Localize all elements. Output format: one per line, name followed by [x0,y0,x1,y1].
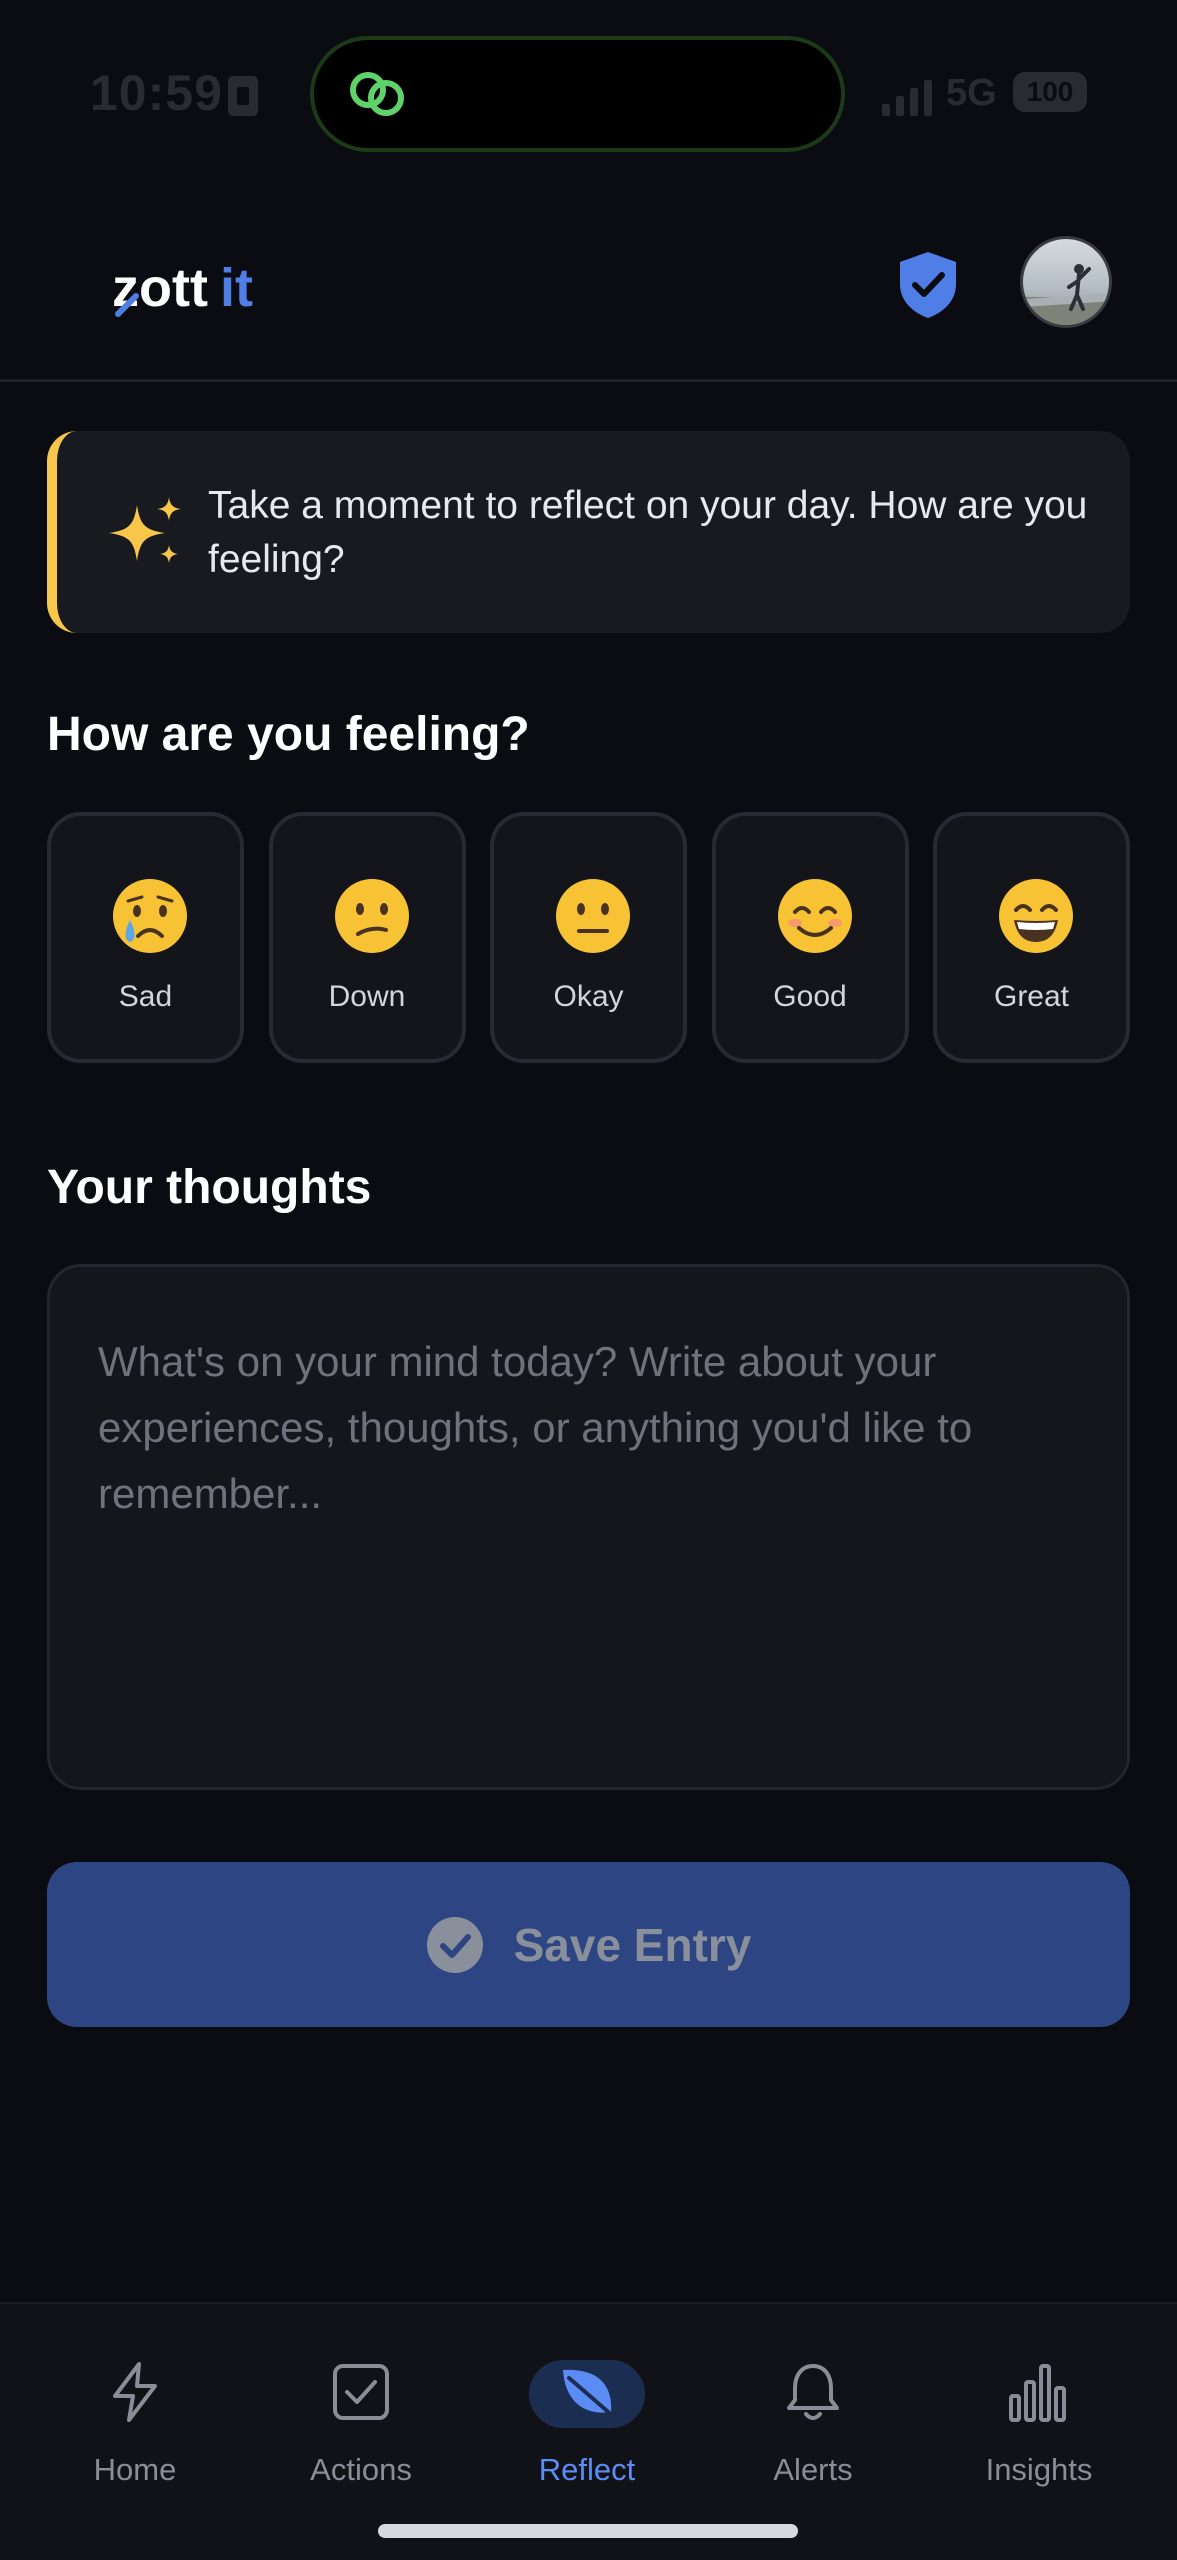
grinning-face-icon [999,879,1073,953]
smiling-face-icon [777,879,852,953]
feelings-title: How are you feeling? [47,708,530,761]
status-time: 10:59 [90,65,223,121]
crying-face-icon [113,879,187,953]
battery-indicator: 100 [1013,72,1087,112]
mood-option-good[interactable]: Good [711,812,909,1063]
thoughts-title: Your thoughts [47,1161,372,1214]
checkbox-icon [333,2364,389,2420]
nav-item-alerts[interactable]: Alerts [698,2304,928,2504]
nav-item-insights[interactable]: Insights [924,2304,1154,2504]
cellular-signal-icon [882,80,932,116]
neutral-face-icon [556,879,630,953]
confused-face-icon [334,879,409,953]
avatar-image [1023,264,1109,325]
mood-label: Good [773,980,847,1013]
nav-item-reflect[interactable]: Reflect [472,2304,702,2504]
mood-option-okay[interactable]: Okay [490,812,687,1063]
mood-option-down[interactable]: Down [268,812,466,1063]
nav-label: Insights [985,2452,1093,2487]
check-circle-icon [426,1916,483,1973]
leaf-icon [563,2369,617,2420]
app-header: zott it [0,190,1177,382]
link-rings-icon [350,72,404,116]
home-indicator[interactable] [378,2524,798,2538]
nav-item-home[interactable]: Home [20,2304,250,2504]
mood-selector: Sad Down Okay Good Great [47,812,1130,1063]
mood-option-great[interactable]: Great [933,812,1130,1063]
status-bar: 10:59 5G 100 [0,0,1177,190]
network-type: 5G [946,72,997,114]
svg-text:it: it [220,258,253,318]
bell-icon [787,2364,839,2420]
save-entry-button[interactable]: Save Entry [47,1862,1130,2027]
nav-item-actions[interactable]: Actions [246,2304,476,2504]
mood-option-sad[interactable]: Sad [47,812,244,1063]
reflect-screen: 10:59 5G 100 zott it Take a moment to re… [0,0,1177,2560]
mood-label: Sad [118,980,173,1013]
mood-label: Okay [553,980,624,1013]
sim-card-icon [228,76,258,116]
lightning-icon [113,2362,157,2422]
shield-check-icon[interactable] [896,250,960,320]
thoughts-input[interactable] [50,1267,1127,1787]
nav-label: Reflect [538,2452,636,2487]
nav-label: Home [93,2452,177,2487]
thoughts-field [47,1264,1130,1790]
reflection-prompt-banner: Take a moment to reflect on your day. Ho… [47,431,1130,633]
nav-label: Actions [310,2452,412,2487]
mood-label: Down [328,980,406,1013]
bottom-nav: Home Actions Reflect Alerts Insights [0,2302,1177,2560]
banner-text: Take a moment to reflect on your day. Ho… [208,484,1088,581]
sparkles-icon [109,497,181,563]
save-entry-label: Save Entry [513,1918,752,1971]
dynamic-island[interactable] [310,36,845,152]
nav-label: Alerts [773,2452,853,2487]
zottit-logo[interactable]: zott it [112,248,282,328]
bar-chart-icon [1009,2364,1066,2422]
mood-label: Great [993,980,1070,1013]
profile-avatar[interactable] [1020,236,1112,328]
